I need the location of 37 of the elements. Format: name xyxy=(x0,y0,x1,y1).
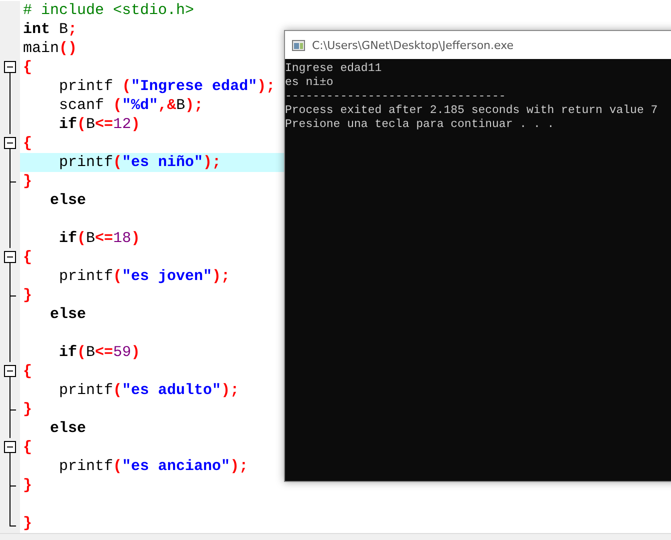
code-line: } xyxy=(23,172,32,190)
code-line: { xyxy=(23,58,32,76)
collapse-icon[interactable] xyxy=(4,364,16,376)
console-output-line: Process exited after 2.185 seconds with return value 7 xyxy=(285,104,659,118)
window-title: C:\Users\GNet\Desktop\Jefferson.exe xyxy=(312,38,514,52)
code-line: { xyxy=(23,134,32,152)
code-line: { xyxy=(23,362,32,380)
code-line: printf ("Ingrese edad"); xyxy=(58,78,276,94)
collapse-icon[interactable] xyxy=(4,440,16,452)
code-line: printf("es adulto"); xyxy=(58,382,240,398)
console-output-line: -------------------------------- xyxy=(285,90,507,104)
code-line: if(B<=59) xyxy=(58,344,140,360)
console-output-line: es ni±o xyxy=(285,76,334,90)
code-line: else xyxy=(49,306,86,322)
code-line: } xyxy=(23,514,32,532)
console-app-icon xyxy=(292,40,305,50)
code-line: scanf ("%d",&B); xyxy=(58,96,204,114)
code-line: if(B<=18) xyxy=(58,230,140,246)
collapse-icon[interactable] xyxy=(4,60,16,72)
collapse-icon[interactable] xyxy=(4,136,16,148)
code-line: # include <stdio.h> xyxy=(23,2,194,18)
console-output-line: Ingrese edad11 xyxy=(285,62,383,76)
code-line: else xyxy=(49,420,86,436)
collapse-icon[interactable] xyxy=(4,250,16,262)
code-line: printf("es joven"); xyxy=(58,268,230,284)
code-line: } xyxy=(23,400,32,418)
code-line: } xyxy=(23,286,32,304)
console-output-line: Presione una tecla para continuar . . . xyxy=(285,118,556,132)
code-line: else xyxy=(49,192,86,208)
code-line: { xyxy=(23,438,32,456)
code-line: { xyxy=(23,248,32,266)
code-line: if(B<=12) xyxy=(58,116,140,132)
code-line: printf("es niño"); xyxy=(58,154,222,170)
code-line: printf("es anciano"); xyxy=(58,458,248,474)
code-line: main() xyxy=(23,40,78,56)
code-line: int B; xyxy=(23,20,78,38)
code-line: } xyxy=(23,476,32,494)
